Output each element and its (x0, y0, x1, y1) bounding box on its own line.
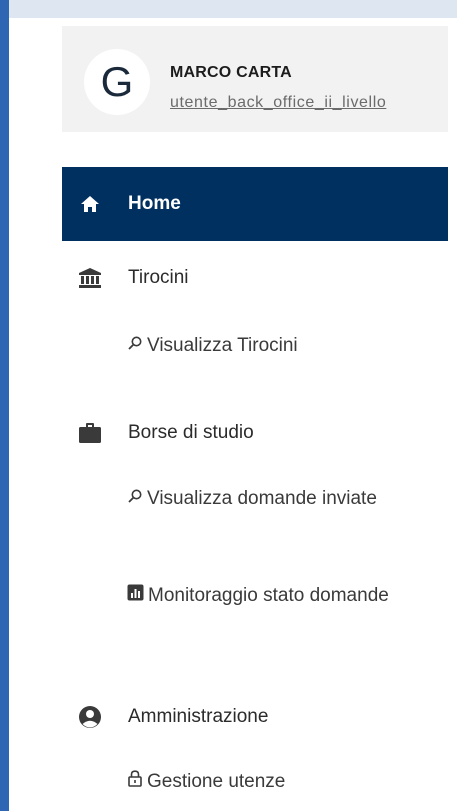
window-left-border (0, 0, 9, 811)
sidebar: G MARCO CARTA utente_back_office_ii_live… (9, 18, 457, 811)
submenu-item-visualizza-domande-inviate[interactable]: Visualizza domande inviate (127, 482, 417, 516)
lock-icon (127, 765, 143, 799)
sidebar-item-label: Tirocini (128, 267, 189, 288)
institution-icon (78, 266, 102, 290)
briefcase-icon (78, 421, 102, 445)
home-icon (78, 192, 102, 216)
search-icon (127, 329, 143, 363)
sidebar-item-home[interactable]: Home (62, 167, 448, 241)
sidebar-item-label: Home (128, 193, 181, 214)
user-role-link[interactable]: utente_back_office_ii_livello (170, 94, 386, 112)
submenu-item-monitoraggio-stato-domande[interactable]: Monitoraggio stato domande (127, 579, 417, 613)
submenu-item-gestione-utenze[interactable]: Gestione utenze (127, 765, 417, 799)
avatar-logo-g-icon: G (101, 59, 134, 105)
avatar: G (84, 49, 150, 115)
user-name: MARCO CARTA (170, 64, 292, 81)
search-icon (127, 482, 143, 516)
chart-icon (127, 579, 144, 613)
user-circle-icon (78, 705, 102, 729)
sidebar-item-label: Amministrazione (128, 706, 269, 727)
svg-text:G: G (101, 59, 134, 105)
sidebar-item-label: Borse di studio (128, 422, 254, 443)
submenu-item-label: Visualizza domande inviate (147, 488, 377, 510)
sidebar-item-amministrazione[interactable]: Amministrazione (62, 680, 448, 754)
sidebar-item-tirocini[interactable]: Tirocini (62, 241, 448, 315)
submenu-item-label: Gestione utenze (147, 771, 286, 793)
submenu-item-visualizza-tirocini[interactable]: Visualizza Tirocini (127, 329, 417, 363)
sidebar-item-borse-di-studio[interactable]: Borse di studio (62, 396, 448, 470)
submenu-item-label: Visualizza Tirocini (147, 335, 298, 357)
window-top-border (9, 0, 457, 18)
user-card: G MARCO CARTA utente_back_office_ii_live… (62, 26, 448, 132)
submenu-item-label: Monitoraggio stato domande (148, 585, 389, 607)
